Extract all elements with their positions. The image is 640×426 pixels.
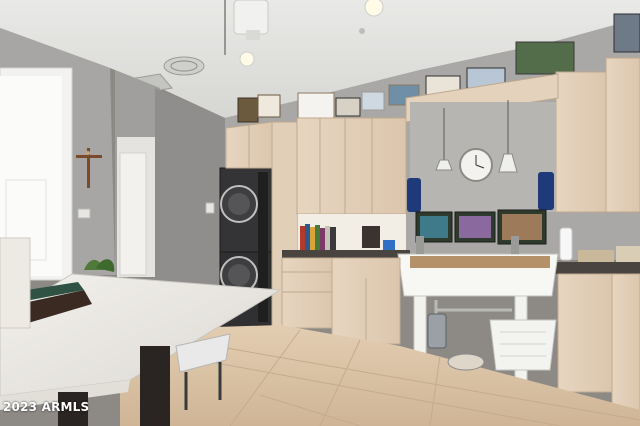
paper-towel xyxy=(559,227,573,261)
wall-clock xyxy=(459,148,493,182)
light-switch xyxy=(77,208,91,219)
small-frame xyxy=(362,226,380,248)
watermark: 2023 ARMLS xyxy=(3,400,90,414)
cookbooks xyxy=(300,224,336,250)
recessed-light xyxy=(239,51,255,67)
floor-mat xyxy=(447,353,485,371)
framed-art xyxy=(415,209,547,245)
ceiling-vent xyxy=(163,56,205,76)
laundry-basket xyxy=(489,319,557,371)
smoke-detector xyxy=(359,28,365,34)
kitchen-laundry-photo: 2023 ARMLS xyxy=(0,0,640,426)
trash-can xyxy=(427,313,447,349)
photo-scene xyxy=(0,0,640,426)
recessed-light xyxy=(364,0,384,17)
hallway-doorway xyxy=(117,137,155,277)
right-countertop xyxy=(550,262,640,274)
